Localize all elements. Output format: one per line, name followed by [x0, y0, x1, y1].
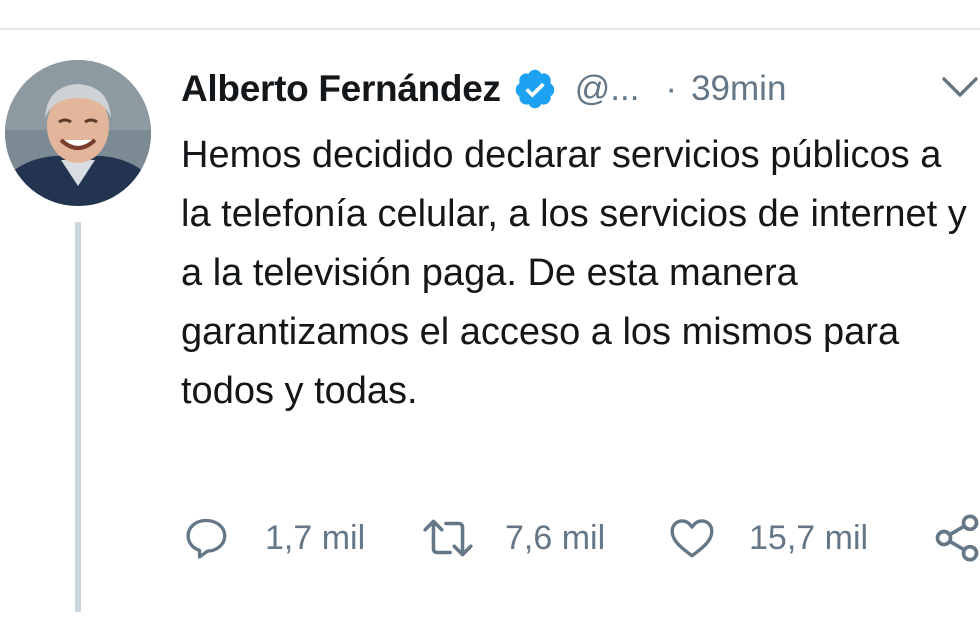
verified-badge-icon — [513, 67, 557, 111]
retweet-count: 7,6 mil — [505, 518, 606, 557]
more-options-button[interactable] — [940, 73, 980, 103]
share-button[interactable] — [931, 510, 980, 566]
thread-line — [75, 222, 81, 612]
like-count: 15,7 mil — [749, 518, 869, 557]
reply-button[interactable]: 1,7 mil — [181, 510, 365, 566]
top-divider — [0, 28, 980, 30]
action-bar: 1,7 mil 7,6 mil 15,7 mil — [181, 510, 980, 566]
author-handle[interactable]: @... — [575, 69, 640, 109]
reply-count: 1,7 mil — [265, 518, 366, 557]
avatar-photo — [5, 60, 151, 206]
like-button[interactable]: 15,7 mil — [667, 510, 868, 566]
share-icon — [935, 514, 979, 562]
retweet-button[interactable]: 7,6 mil — [421, 510, 605, 566]
separator-dot: · — [665, 69, 678, 108]
author-name[interactable]: Alberto Fernández — [181, 68, 501, 110]
tweet-view: Alberto Fernández @... · 39min Hemos dec… — [0, 0, 980, 626]
tweet-timestamp[interactable]: 39min — [691, 69, 786, 109]
tweet-text: Hemos decidido declarar servicios públic… — [181, 134, 967, 412]
heart-icon — [670, 519, 714, 558]
retweet-icon — [423, 519, 473, 557]
chevron-down-icon — [942, 77, 978, 97]
avatar[interactable] — [5, 60, 151, 206]
reply-icon — [186, 518, 227, 559]
tweet-header: Alberto Fernández @... · 39min — [181, 66, 786, 112]
